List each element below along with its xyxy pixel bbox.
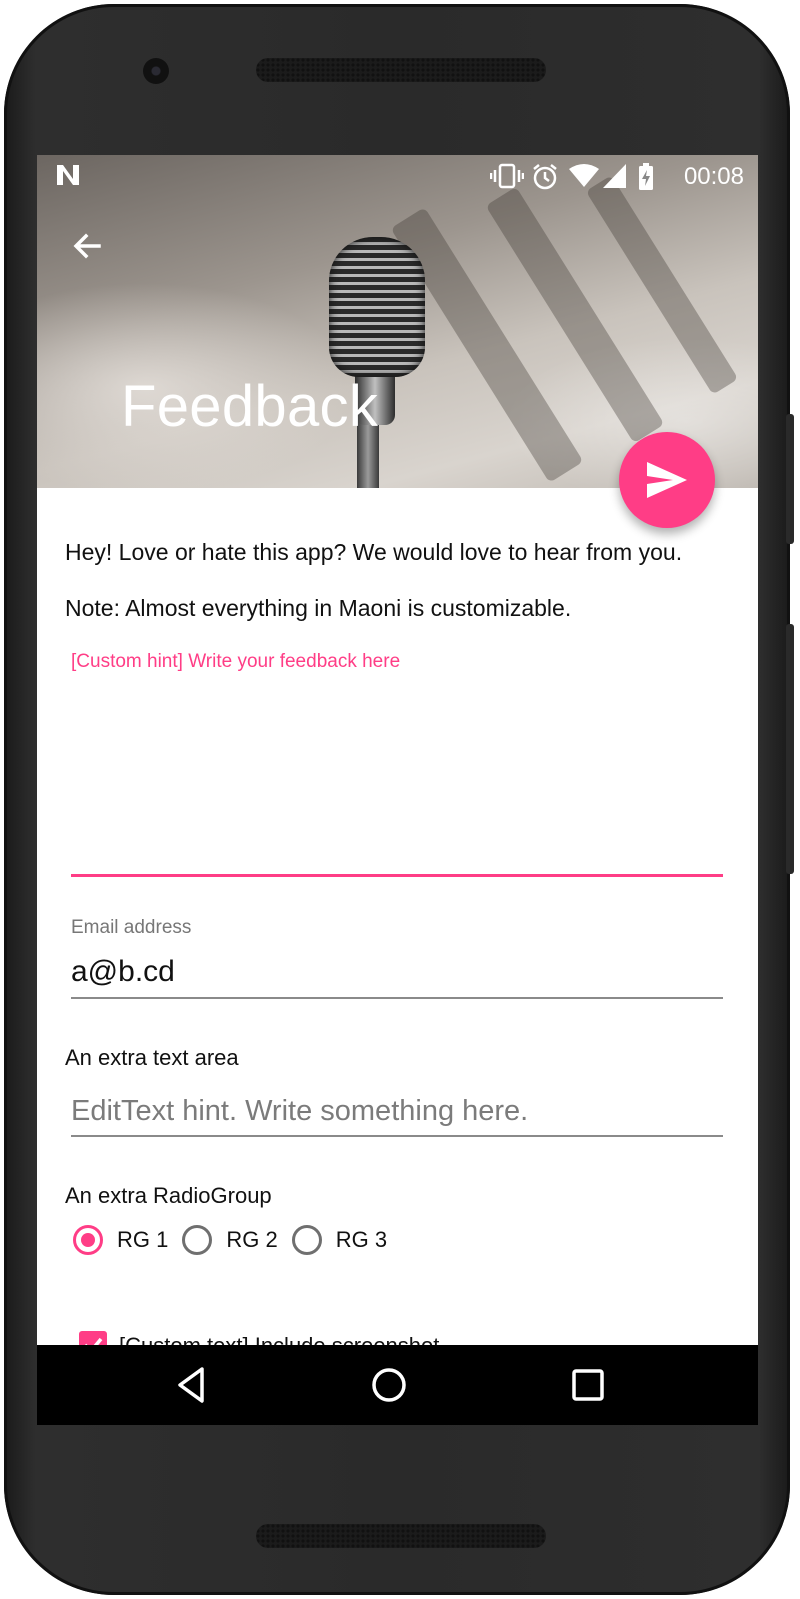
email-field[interactable]: a@b.cd (71, 955, 175, 989)
radio-label: RG 1 (117, 1227, 169, 1252)
note-text: Note: Almost everything in Maoni is cust… (65, 595, 572, 621)
radio-rg2[interactable] (182, 1225, 213, 1255)
battery-charging-icon (639, 163, 653, 190)
send-icon (647, 462, 687, 498)
navigation-bar (37, 1345, 758, 1425)
screenshot-checkbox-label: [Custom text] Include screenshot (119, 1333, 439, 1345)
feedback-hint: [Custom hint] Write your feedback here (71, 651, 401, 672)
email-underline (71, 997, 723, 999)
wifi-icon (569, 164, 599, 187)
n-logo-icon (57, 165, 79, 185)
volume-button (786, 624, 794, 874)
vibrate-icon (490, 163, 524, 189)
power-button (786, 414, 794, 544)
alarm-icon (533, 164, 557, 190)
app-screen: 00:08 Feedback Hey! Love or hate this ap… (37, 155, 758, 1345)
status-time: 00:08 (683, 163, 744, 190)
radio-label: RG 3 (335, 1227, 388, 1252)
radio-label: RG 2 (226, 1227, 278, 1252)
radio-rg3[interactable] (291, 1225, 322, 1255)
top-speaker (256, 58, 546, 82)
cellular-icon (603, 164, 626, 188)
radio-group: RG 1 RG 2 RG 3 (73, 1220, 401, 1260)
radio-group-label: An extra RadioGroup (65, 1183, 272, 1208)
status-bar: 00:08 (37, 155, 758, 195)
front-camera (143, 58, 169, 84)
feedback-underline (71, 874, 723, 877)
extra-text-underline (71, 1135, 723, 1137)
nav-recents-icon[interactable] (568, 1365, 608, 1405)
page-title: Feedback (121, 374, 379, 439)
extra-text-input[interactable]: EditText hint. Write something here. (71, 1095, 528, 1128)
microphone-head (329, 237, 425, 377)
check-icon (85, 1337, 103, 1345)
radio-rg1[interactable] (73, 1225, 103, 1255)
nav-home-icon[interactable] (369, 1365, 409, 1405)
send-button[interactable] (619, 432, 715, 528)
screenshot-checkbox[interactable] (79, 1331, 107, 1345)
extra-text-area-label: An extra text area (65, 1045, 239, 1070)
bottom-speaker (256, 1524, 546, 1548)
arrow-back-icon[interactable] (67, 227, 107, 267)
intro-text: Hey! Love or hate this app? We would lov… (65, 539, 683, 565)
email-label: Email address (71, 917, 192, 938)
nav-back-icon[interactable] (172, 1365, 212, 1405)
